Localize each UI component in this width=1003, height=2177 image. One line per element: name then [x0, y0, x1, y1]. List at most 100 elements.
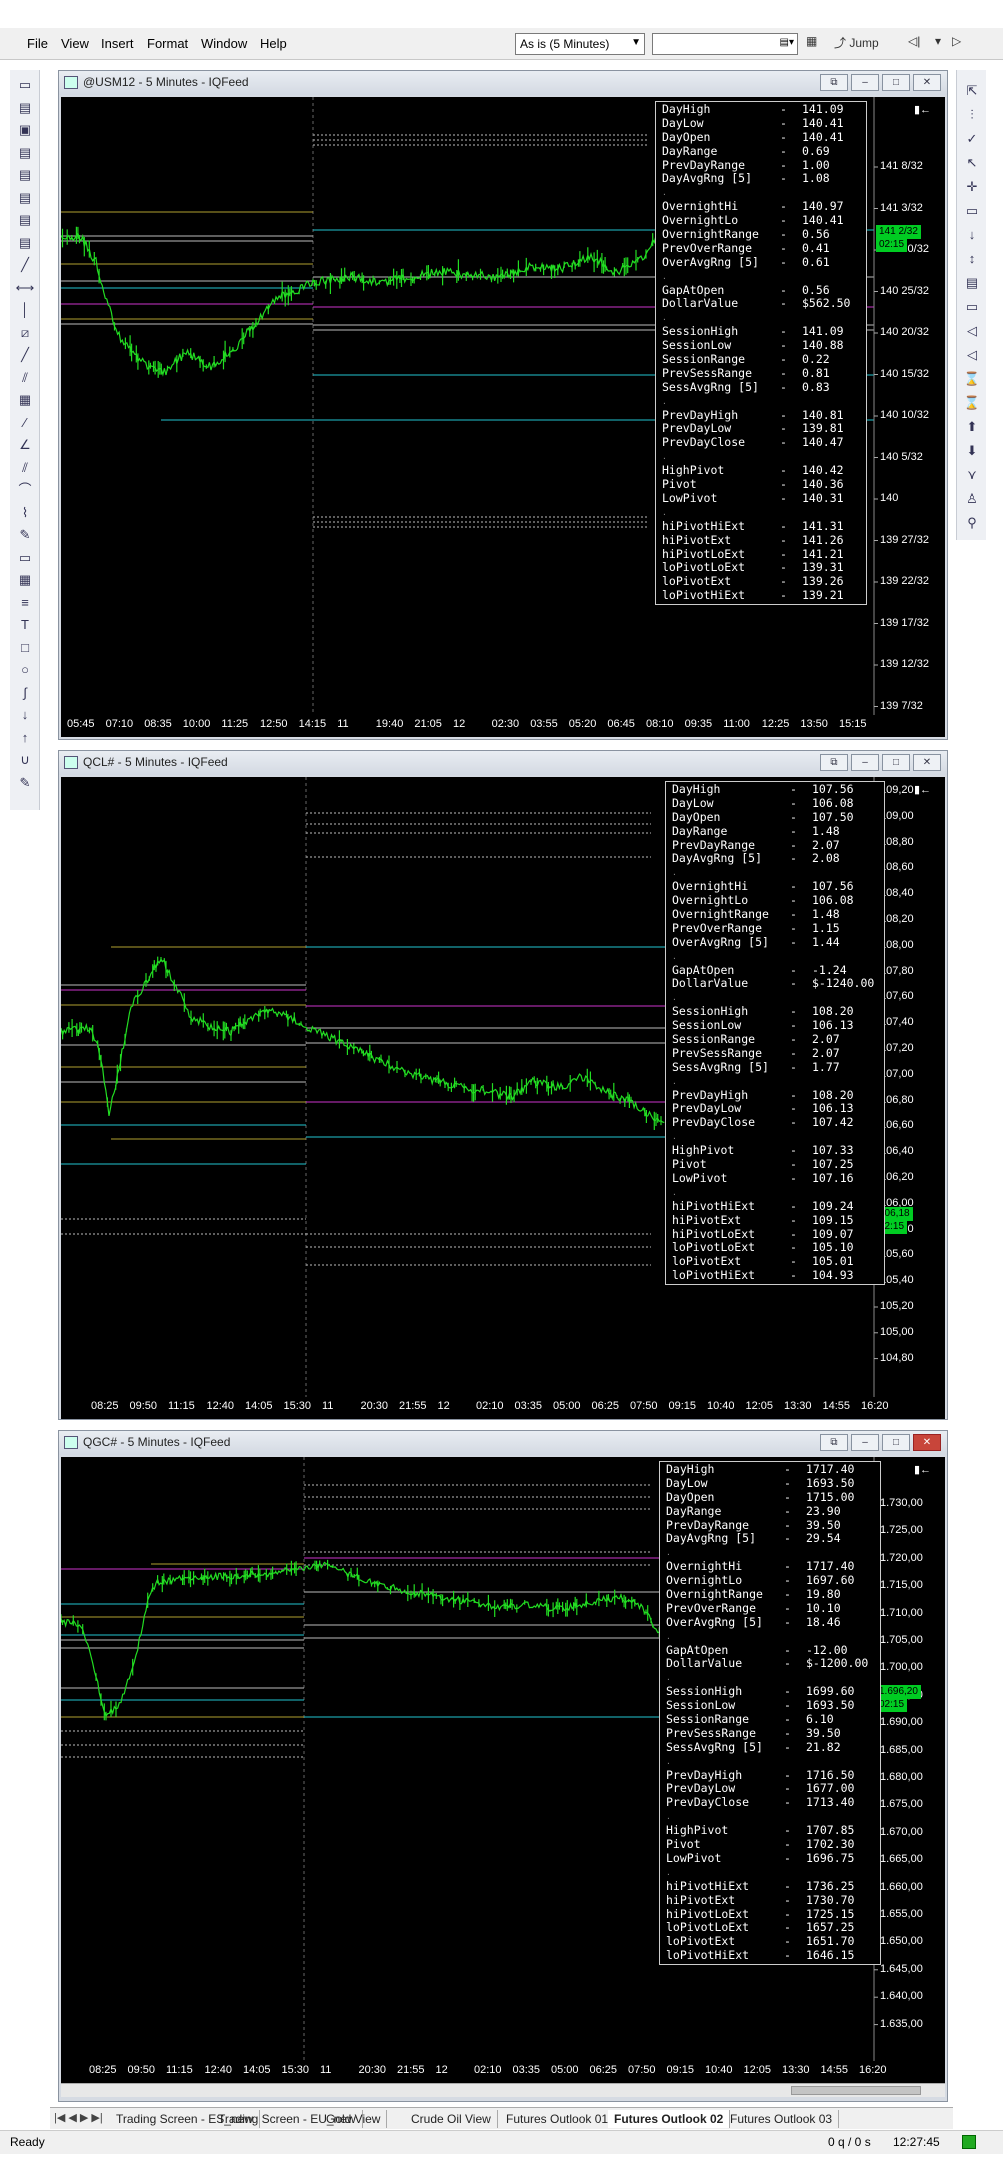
text-box-icon[interactable]: ▭ [14, 549, 36, 567]
grid2-icon[interactable]: ▦ [14, 571, 36, 589]
ellipse-icon[interactable]: ○ [14, 661, 36, 679]
maximize-window-icon[interactable]: □ [882, 1434, 910, 1451]
zoom-vertical-icon[interactable]: ↕ [961, 250, 983, 268]
sheet-tab[interactable]: Futures Outlook 02 [608, 2110, 731, 2128]
nav-right-icon[interactable]: ▷ [952, 34, 961, 48]
maximize-window-icon[interactable]: □ [882, 74, 910, 91]
sheet-tab[interactable]: Futures Outlook 01 [500, 2110, 616, 2128]
pen-icon[interactable]: ✎ [14, 526, 36, 544]
highlight-icon[interactable]: ✎ [14, 774, 36, 792]
download-icon[interactable]: ↓ [961, 226, 983, 244]
hourglass2-icon[interactable]: ⌛ [961, 394, 983, 412]
line-icon[interactable]: ╱ [14, 256, 36, 274]
layout-icon[interactable]: ▤ [14, 144, 36, 162]
restore-window-icon[interactable]: ⧉ [820, 74, 848, 91]
symbol-input[interactable]: ▤▾ [652, 33, 798, 55]
ray-icon[interactable]: ∕ [14, 414, 36, 432]
cursor-icon[interactable]: ↖ [961, 154, 983, 172]
panel2-icon[interactable]: ▭ [961, 298, 983, 316]
sheet-tab[interactable]: Futures Outlook 03 [724, 2110, 840, 2128]
layout2-icon[interactable]: ▤ [14, 166, 36, 184]
layout5-icon[interactable]: ▤ [14, 234, 36, 252]
magnet-icon[interactable]: ∪ [14, 751, 36, 769]
scale-toggle-icon[interactable]: ▮← [914, 783, 931, 796]
horizontal-scrollbar[interactable] [61, 2083, 945, 2097]
restore-window-icon[interactable]: ⧉ [820, 1434, 848, 1451]
grid-icon[interactable]: ▦ [14, 391, 36, 409]
nav-down-icon[interactable]: ▾ [935, 34, 941, 48]
trend-icon[interactable]: ⫽ [14, 459, 36, 477]
stats-row: PrevDayLow -139.81 [662, 422, 860, 436]
pointer-icon[interactable]: ⇱ [961, 82, 983, 100]
window-icon[interactable]: ▭ [961, 202, 983, 220]
text-icon[interactable]: T [14, 616, 36, 634]
scrollbar-thumb[interactable] [791, 2086, 921, 2095]
scale-toggle-icon[interactable]: ▮← [914, 1463, 931, 1476]
menu-insert[interactable]: Insert [101, 36, 134, 51]
menu-file[interactable]: File [27, 36, 48, 51]
merge-icon[interactable]: ⋎ [961, 466, 983, 484]
folder-icon[interactable]: ▤ [14, 99, 36, 117]
calc-icon[interactable]: ▦ [806, 34, 817, 48]
list-icon[interactable]: ≡ [14, 594, 36, 612]
rect-icon[interactable]: □ [14, 639, 36, 657]
restore-window-icon[interactable]: ⧉ [820, 754, 848, 771]
pin-icon[interactable]: ♙ [961, 490, 983, 508]
close-window-icon[interactable]: ✕ [913, 74, 941, 91]
crosshair-icon[interactable]: ✛ [961, 178, 983, 196]
channel-icon[interactable]: ⧄ [14, 324, 36, 342]
fan-icon[interactable]: ⫽ [14, 369, 36, 387]
minimize-window-icon[interactable]: – [851, 754, 879, 771]
save-icon[interactable]: ▣ [14, 121, 36, 139]
vline-icon[interactable]: │ [14, 301, 36, 319]
chart-title: QCL# - 5 Minutes - IQFeed [83, 755, 228, 769]
play-left-icon[interactable]: ◁ [961, 322, 983, 340]
scale-toggle-icon[interactable]: ▮← [914, 103, 931, 116]
chart-plot-area[interactable]: 109,20 109,00 108,80 108,60 108,40 108,20 108,… [61, 777, 945, 1419]
pitch-icon[interactable]: ⌇ [14, 504, 36, 522]
minimize-window-icon[interactable]: – [851, 74, 879, 91]
arrow-down-icon[interactable]: ↓ [14, 706, 36, 724]
sheet-tab[interactable]: Gold View [320, 2110, 388, 2128]
stats-label: GapAtOpen [666, 1642, 729, 1657]
layout4-icon[interactable]: ▤ [14, 211, 36, 229]
layout3-icon[interactable]: ▤ [14, 189, 36, 207]
chart-title-bar[interactable]: @USM12 - 5 Minutes - IQFeed ⧉ – □ ✕ [59, 71, 947, 95]
arrow-up-icon[interactable]: ⬆ [961, 418, 983, 436]
minimize-window-icon[interactable]: – [851, 1434, 879, 1451]
hline-icon[interactable]: ⟷ [14, 279, 36, 297]
menu-format[interactable]: Format [147, 36, 188, 51]
menu-window[interactable]: Window [201, 36, 247, 51]
stats-row: DayHigh - 107.56 [672, 782, 878, 797]
arrow-up-icon[interactable]: ↑ [14, 729, 36, 747]
candle-icon[interactable]: ⫶ [961, 106, 983, 124]
menu-view[interactable]: View [61, 36, 89, 51]
jump-button[interactable]: ⤴ Jump [834, 34, 879, 51]
arrow-down-icon[interactable]: ⬇ [961, 442, 983, 460]
tab-nav-icons[interactable]: |◀ ◀ ▶ ▶| [54, 2111, 103, 2124]
angle-icon[interactable]: ∠ [14, 436, 36, 454]
maximize-window-icon[interactable]: □ [882, 754, 910, 771]
check-icon[interactable]: ✓ [961, 130, 983, 148]
zoom-icon[interactable]: ⚲ [961, 514, 983, 532]
play-left2-icon[interactable]: ◁ [961, 346, 983, 364]
stats-separator: - [784, 1906, 791, 1921]
chart-title-bar[interactable]: QCL# - 5 Minutes - IQFeed ⧉ – □ ✕ [59, 751, 947, 775]
chart-plot-area[interactable]: 141 8/32141 3/32140 30/32140 25/32140 20… [61, 97, 945, 737]
hourglass-icon[interactable]: ⌛ [961, 370, 983, 388]
curve-icon[interactable]: ∫ [14, 684, 36, 702]
arc-icon[interactable]: ⌒ [14, 481, 36, 499]
chart-plot-area[interactable]: 1.730,00 1.725,00 1.720,00 1.715,00 1.710,00… [61, 1457, 945, 2083]
sheet-tab[interactable]: Crude Oil View [405, 2110, 498, 2128]
interval-select[interactable]: As is (5 Minutes) ▼ [515, 33, 645, 55]
chart-title-bar[interactable]: QGC# - 5 Minutes - IQFeed ⧉ – □ ✕ [59, 1431, 947, 1455]
stats-spacer: . [666, 1548, 671, 1558]
cursor-icon[interactable]: ▭ [14, 76, 36, 94]
panel-icon[interactable]: ▤ [961, 274, 983, 292]
menu-help[interactable]: Help [260, 36, 287, 51]
nav-left-icon[interactable]: ◁| [908, 34, 920, 48]
close-window-icon[interactable]: ✕ [913, 1434, 941, 1451]
fib-icon[interactable]: ╱ [14, 346, 36, 364]
close-window-icon[interactable]: ✕ [913, 754, 941, 771]
stats-label: PrevDayClose [662, 435, 746, 450]
